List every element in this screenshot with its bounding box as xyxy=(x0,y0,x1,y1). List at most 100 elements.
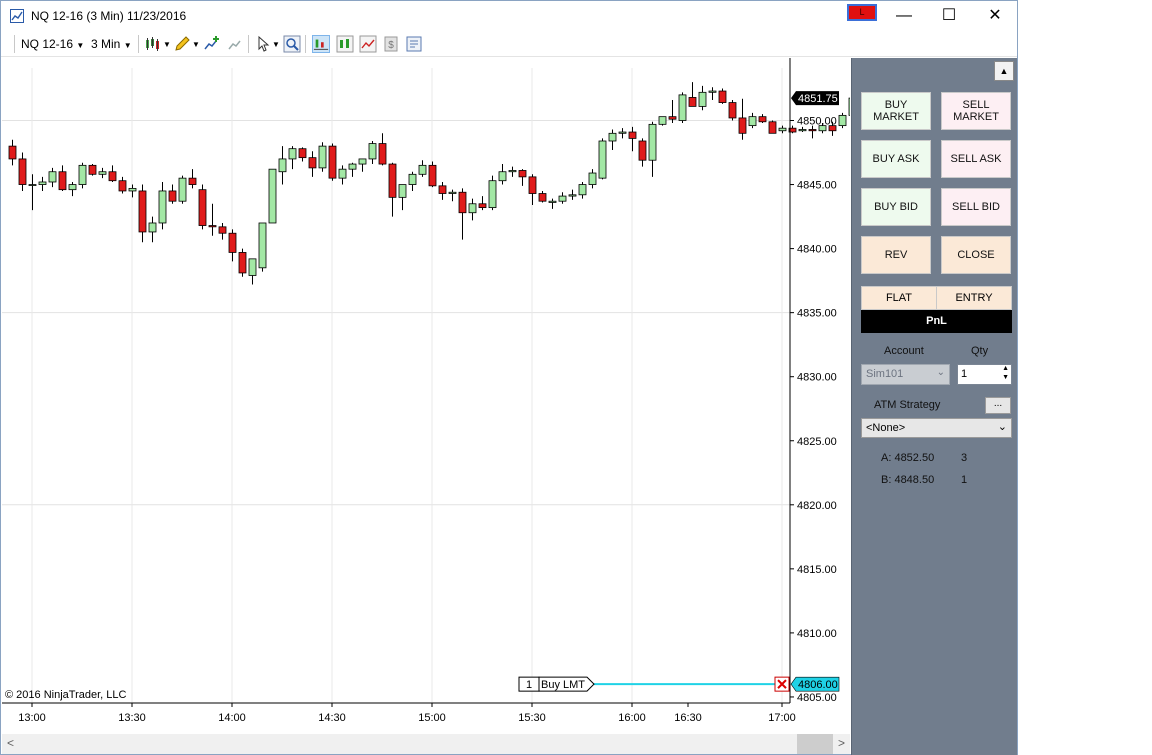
atm-strategy-more-button[interactable]: ... xyxy=(985,397,1011,414)
candle-up xyxy=(798,129,807,132)
sell-ask-button[interactable]: SELL ASK xyxy=(941,140,1011,178)
time-axis-label: 16:30 xyxy=(674,712,702,724)
zoom-tool-icon[interactable] xyxy=(283,35,301,53)
candle-down xyxy=(188,177,197,185)
strategies-icon[interactable]: $ xyxy=(382,35,400,53)
scrollbar-thumb[interactable] xyxy=(797,734,833,754)
chart-window: NQ 12-16 (3 Min) 11/23/2016 L — ☐ ✕ NQ 1… xyxy=(0,0,1018,755)
order-price-label: 4806.00 xyxy=(798,679,838,691)
stepper-down-icon[interactable]: ▼ xyxy=(1002,374,1009,381)
candle-down xyxy=(478,203,487,209)
pointer-tool-icon[interactable] xyxy=(255,35,273,53)
chevron-down-icon: ▼ xyxy=(123,41,132,50)
candle-up xyxy=(288,148,297,160)
candle-down xyxy=(198,189,207,226)
remove-indicator-icon[interactable] xyxy=(227,35,245,53)
sell-market-label: SELL MARKET xyxy=(953,99,999,123)
close-button[interactable]: ✕ xyxy=(972,1,1018,31)
add-indicator-icon[interactable] xyxy=(203,35,221,53)
candle-down xyxy=(808,129,817,132)
candle-up xyxy=(178,177,187,202)
candle-down xyxy=(298,148,307,159)
scroll-left-icon[interactable]: < xyxy=(7,736,14,750)
sell-market-button[interactable]: SELL MARKET xyxy=(941,92,1011,130)
bid-size-label: 1 xyxy=(961,474,968,486)
flat-position-indicator: FLAT xyxy=(861,286,937,310)
scroll-right-icon[interactable]: > xyxy=(838,736,845,750)
svg-text:$: $ xyxy=(388,40,394,51)
candle-up xyxy=(578,184,587,196)
buy-market-button[interactable]: BUY MARKET xyxy=(861,92,931,130)
candle-down xyxy=(528,176,537,194)
data-series-icon[interactable] xyxy=(336,35,354,53)
candle-down xyxy=(668,116,677,120)
minimize-button[interactable]: — xyxy=(881,1,927,31)
candle-down xyxy=(218,226,227,234)
buy-ask-button[interactable]: BUY ASK xyxy=(861,140,931,178)
candle-up xyxy=(488,180,497,209)
chevron-down-icon[interactable]: ▼ xyxy=(163,40,171,49)
toolbar-separator xyxy=(14,35,15,53)
chart-style-candles-icon[interactable] xyxy=(144,35,162,53)
window-title: NQ 12-16 (3 Min) 11/23/2016 xyxy=(31,9,187,23)
chevron-down-icon[interactable]: ▼ xyxy=(192,40,200,49)
price-chart[interactable]: 4805.00 4810.00 4815.00 4820.00 4825.00 4830.… xyxy=(2,58,850,734)
interval-selector[interactable]: 3 Min ▼ xyxy=(91,37,132,51)
chevron-down-icon: ▼ xyxy=(76,41,85,50)
candle-up xyxy=(698,91,707,107)
buy-bid-button[interactable]: BUY BID xyxy=(861,188,931,226)
account-select[interactable]: Sim101 ⌄ xyxy=(861,364,950,385)
instrument-label: NQ 12-16 xyxy=(21,37,74,51)
candle-up xyxy=(448,191,457,194)
candle-up xyxy=(28,184,37,186)
atm-strategy-select[interactable]: <None> ⌄ xyxy=(861,418,1012,438)
toolbar-separator xyxy=(138,35,139,53)
drawing-tool-pencil-icon[interactable] xyxy=(173,35,191,53)
candle-down xyxy=(88,164,97,175)
account-connection-badge[interactable]: L xyxy=(847,4,877,21)
candle-down xyxy=(168,190,177,202)
price-axis-label: 4845.00 xyxy=(797,180,837,192)
maximize-button[interactable]: ☐ xyxy=(926,1,972,31)
candle-up xyxy=(708,90,717,93)
candle-up xyxy=(268,168,277,224)
chart-trader-icon[interactable] xyxy=(312,35,330,53)
candle-up xyxy=(778,127,787,132)
candle-up xyxy=(128,187,137,192)
candle-down xyxy=(308,157,317,169)
candle-up xyxy=(608,132,617,142)
candle-up xyxy=(508,170,517,173)
horizontal-scrollbar[interactable]: < > xyxy=(2,734,850,754)
instrument-selector[interactable]: NQ 12-16 ▼ xyxy=(21,37,84,51)
indicators-icon[interactable] xyxy=(359,35,377,53)
close-position-button[interactable]: CLOSE xyxy=(941,236,1011,274)
price-axis-label: 4805.00 xyxy=(797,692,837,704)
candle-up xyxy=(548,200,557,203)
properties-icon[interactable] xyxy=(405,35,423,53)
chart-background xyxy=(2,58,850,734)
candle-down xyxy=(208,225,217,228)
title-bar[interactable]: NQ 12-16 (3 Min) 11/23/2016 L — ☐ ✕ xyxy=(1,1,1017,31)
reverse-button[interactable]: REV xyxy=(861,236,931,274)
candle-down xyxy=(18,158,27,185)
collapse-panel-icon[interactable]: ▲ xyxy=(994,61,1014,81)
stepper-up-icon[interactable]: ▲ xyxy=(1002,365,1009,372)
candle-down xyxy=(688,97,697,107)
price-axis-label: 4840.00 xyxy=(797,244,837,256)
price-axis-label: 4825.00 xyxy=(797,436,837,448)
candle-down xyxy=(718,90,727,103)
quantity-stepper[interactable]: 1 ▲ ▼ xyxy=(957,364,1012,385)
candle-down xyxy=(538,193,547,202)
candle-up xyxy=(148,222,157,233)
candle-up xyxy=(418,164,427,175)
time-axis-label: 16:00 xyxy=(618,712,646,724)
qty-label: Qty xyxy=(971,345,989,357)
chevron-down-icon: ⌄ xyxy=(936,367,945,378)
price-axis-label: 4810.00 xyxy=(797,628,837,640)
sell-bid-button[interactable]: SELL BID xyxy=(941,188,1011,226)
candle-up xyxy=(678,94,687,121)
qty-value: 1 xyxy=(961,368,968,380)
candle-up xyxy=(348,163,357,170)
candle-up xyxy=(498,171,507,182)
chevron-down-icon[interactable]: ▼ xyxy=(272,40,280,49)
